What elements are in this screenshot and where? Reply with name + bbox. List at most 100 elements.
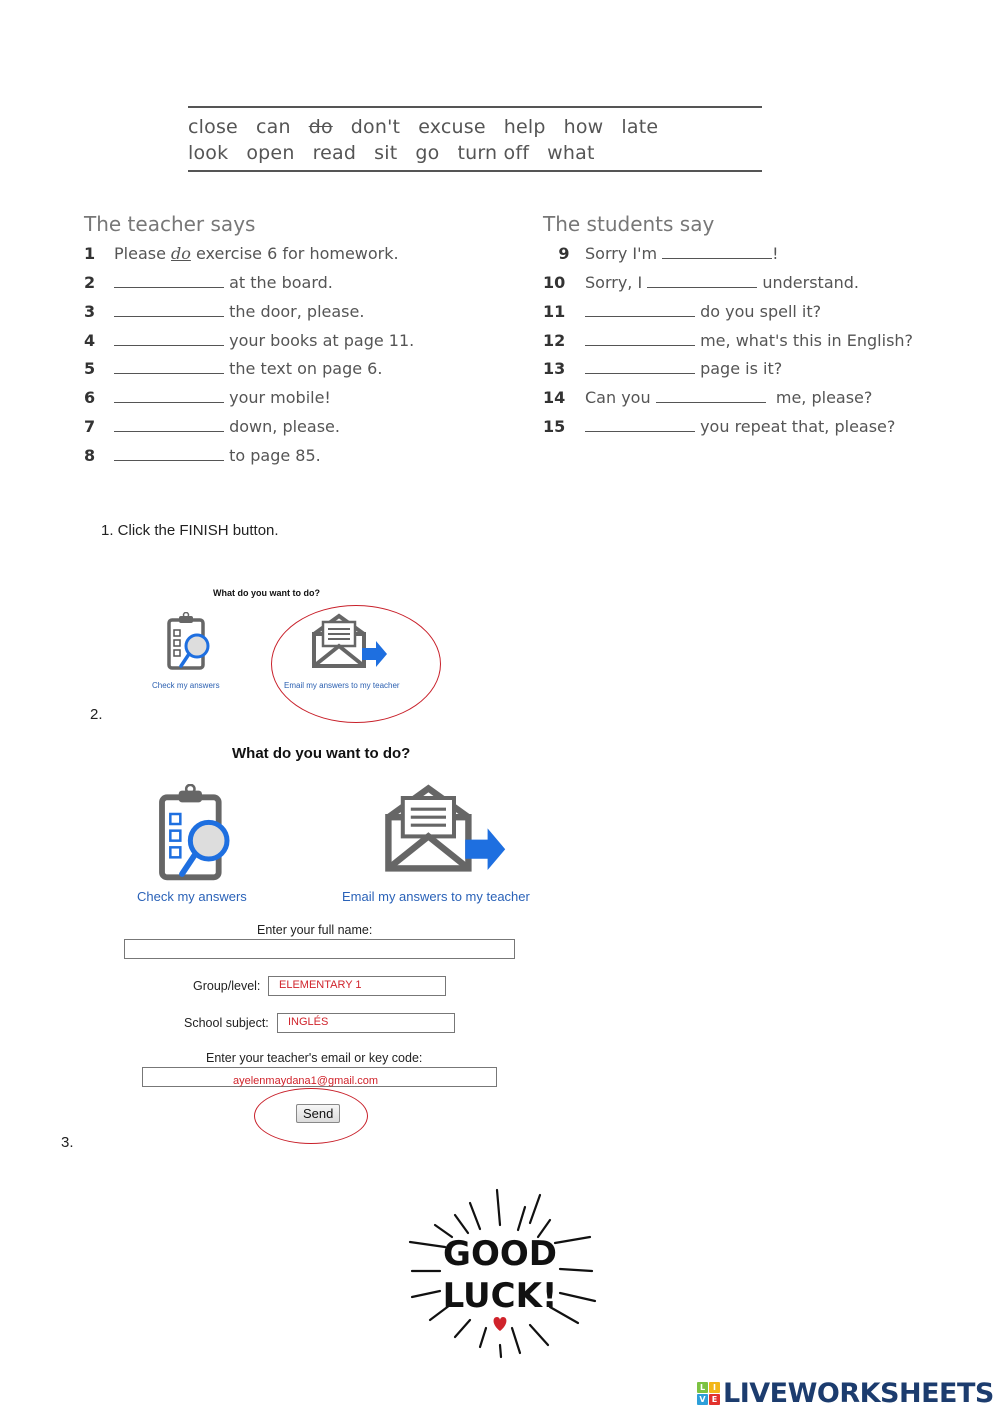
finish-prompt-large: What do you want to do?: [232, 745, 411, 762]
word: read: [312, 142, 357, 164]
logo-block: L: [697, 1382, 708, 1393]
teacher-item-5: 5 the text on page 6.: [84, 358, 382, 380]
word-struck: do: [308, 116, 333, 138]
item-number: 15: [543, 417, 566, 436]
instruction-step-1: 1. Click the FINISH button.: [101, 522, 279, 539]
item-number: 10: [543, 273, 566, 292]
clipboard-check-icon: [167, 612, 210, 670]
item-text: your books at page 11.: [229, 331, 415, 350]
student-item-14: 14 Can you me, please?: [543, 387, 872, 409]
good-luck-burst-illustration: GOOD LUCK!: [408, 1188, 597, 1359]
word: close: [188, 116, 238, 138]
brand-name: LIVEWORKSHEETS: [723, 1378, 994, 1409]
item-text: page is it?: [695, 359, 783, 378]
student-item-15: 15 you repeat that, please?: [543, 416, 895, 438]
answer-blank[interactable]: [114, 388, 224, 403]
answer-blank[interactable]: [585, 302, 695, 317]
full-name-label: Enter your full name:: [257, 923, 373, 937]
item-text: do you spell it?: [695, 302, 822, 321]
liveworksheets-logo[interactable]: L I V E LIVEWORKSHEETS: [697, 1378, 994, 1409]
word: go: [415, 142, 440, 164]
word: what: [547, 142, 595, 164]
answer-blank[interactable]: [647, 273, 758, 288]
word: turn off: [457, 142, 530, 164]
item-text: me, please?: [765, 388, 873, 407]
answer-blank[interactable]: [114, 417, 224, 432]
item-text: at the board.: [229, 273, 333, 292]
teacher-item-6: 6 your mobile!: [84, 387, 331, 409]
answer-blank[interactable]: [114, 359, 224, 374]
email-answers-link[interactable]: Email my answers to my teacher: [342, 889, 530, 904]
answer-blank[interactable]: [585, 331, 695, 346]
instruction-step-2: 2.: [90, 706, 103, 723]
item-number: 8: [84, 446, 96, 465]
item-text: exercise 6 for homework.: [190, 244, 399, 263]
full-name-input[interactable]: [124, 939, 515, 959]
item-number: 1: [84, 244, 96, 263]
teacher-item-2: 2 at the board.: [84, 272, 333, 294]
school-subject-label: School subject:: [184, 1016, 269, 1030]
word: open: [246, 142, 295, 164]
item-number: 5: [84, 359, 96, 378]
students-section-title: The students say: [543, 212, 715, 236]
clipboard-check-icon: [159, 784, 230, 881]
word: sit: [374, 142, 398, 164]
heart-icon: [493, 1317, 507, 1331]
answer-blank[interactable]: [655, 388, 766, 403]
item-text: Sorry, I: [585, 273, 648, 292]
word: can: [255, 116, 291, 138]
item-text: down, please.: [229, 417, 340, 436]
item-text: you repeat that, please?: [695, 417, 896, 436]
word: help: [503, 116, 546, 138]
word: don't: [350, 116, 401, 138]
item-number: 4: [84, 331, 96, 350]
logo-block: E: [709, 1394, 720, 1405]
student-item-11: 11 do you spell it?: [543, 301, 821, 323]
item-number: 6: [84, 388, 96, 407]
answer-blank[interactable]: [114, 273, 224, 288]
teacher-item-8: 8 to page 85.: [84, 445, 321, 467]
liveworksheets-blocks-icon: L I V E: [697, 1382, 720, 1405]
example-answer: do: [171, 244, 191, 263]
item-number: 3: [84, 302, 96, 321]
teacher-item-3: 3 the door, please.: [84, 301, 364, 323]
teacher-email-label: Enter your teacher's email or key code:: [206, 1051, 423, 1065]
item-number: 2: [84, 273, 96, 292]
item-number: 13: [543, 359, 566, 378]
item-text: the door, please.: [229, 302, 365, 321]
answer-blank[interactable]: [585, 359, 695, 374]
word: look: [188, 142, 229, 164]
word-box-top-rule: [188, 106, 762, 108]
logo-block: I: [709, 1382, 720, 1393]
teacher-item-7: 7 down, please.: [84, 416, 340, 438]
teacher-item-1: 1 Please do exercise 6 for homework.: [84, 243, 399, 265]
item-text: your mobile!: [229, 388, 331, 407]
item-text: Can you: [585, 388, 656, 407]
item-text: Please: [114, 244, 172, 263]
logo-block: V: [697, 1394, 708, 1405]
item-text: Sorry I'm: [585, 244, 663, 263]
item-text: to page 85.: [229, 446, 321, 465]
group-level-label: Group/level:: [193, 979, 261, 993]
school-subject-input[interactable]: INGLÉS: [277, 1013, 455, 1033]
answer-blank[interactable]: [114, 302, 224, 317]
check-answers-link-small[interactable]: Check my answers: [152, 681, 220, 690]
instruction-step-3: 3.: [61, 1134, 74, 1151]
answer-blank[interactable]: [662, 244, 773, 259]
answer-blank[interactable]: [114, 446, 224, 461]
highlight-circle-email: [271, 605, 441, 723]
teacher-section-title: The teacher says: [84, 212, 256, 236]
word-box-bottom-rule: [188, 170, 762, 172]
answer-blank[interactable]: [585, 417, 695, 432]
group-level-input[interactable]: ELEMENTARY 1: [268, 976, 446, 996]
answer-blank[interactable]: [114, 331, 224, 346]
student-item-13: 13 page is it?: [543, 358, 782, 380]
item-number: 7: [84, 417, 96, 436]
word-box-row-2: look open read sit go turn off what: [188, 142, 613, 164]
word: how: [563, 116, 604, 138]
good-luck-line-2: LUCK!: [443, 1276, 558, 1316]
finish-prompt-small: What do you want to do?: [213, 588, 320, 598]
check-answers-link[interactable]: Check my answers: [137, 889, 247, 904]
student-item-10: 10 Sorry, I understand.: [543, 272, 859, 294]
item-text: !: [772, 244, 779, 263]
